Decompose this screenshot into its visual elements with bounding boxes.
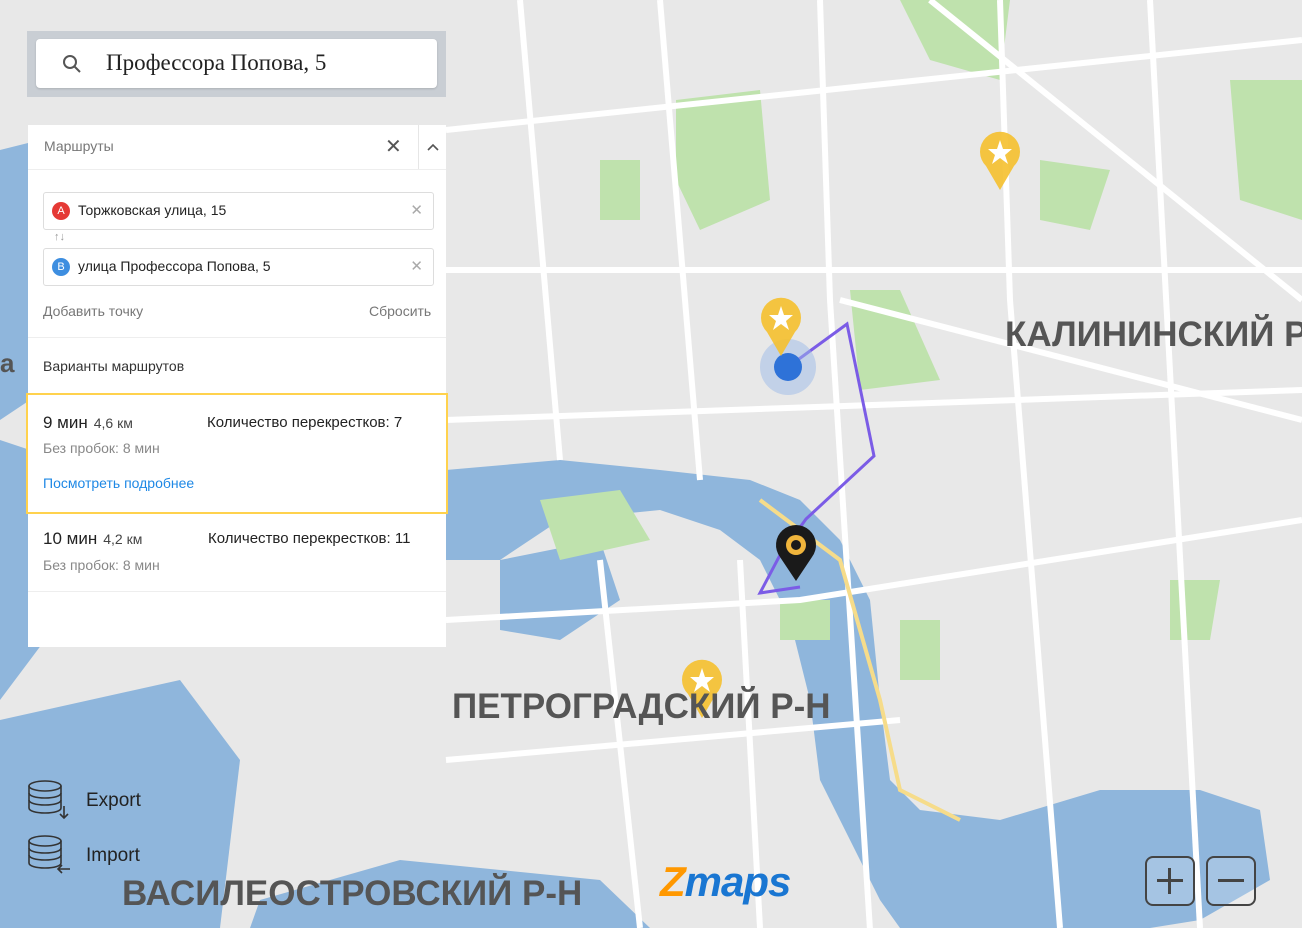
- route-distance: 4,2 км: [103, 531, 143, 547]
- database-export-icon: [28, 780, 69, 820]
- reset-link[interactable]: Сбросить: [369, 303, 431, 319]
- route-no-traffic: Без пробок: 8 мин: [43, 557, 160, 573]
- route-details-link[interactable]: Посмотреть подробнее: [43, 475, 194, 491]
- point-b-field[interactable]: B улица Профессора Попова, 5 ✕: [43, 248, 434, 286]
- point-b-address: улица Профессора Попова, 5: [78, 258, 271, 274]
- route-crossings: Количество перекрестков: 7: [207, 414, 403, 431]
- route-variant-2[interactable]: 10 мин 4,2 км Количество перекрестков: 11…: [28, 513, 446, 592]
- district-label-kalininsky: КАЛИНИНСКИЙ Р-: [1005, 314, 1302, 354]
- route-time-value: 10 мин: [43, 529, 98, 548]
- database-import-icon: [28, 835, 70, 874]
- zmaps-logo: Zmaps: [660, 858, 792, 906]
- route-distance: 4,6 км: [93, 415, 133, 431]
- chevron-up-icon[interactable]: [418, 125, 447, 169]
- point-a-marker: A: [52, 202, 70, 220]
- import-label: Import: [86, 845, 140, 866]
- divider: [28, 337, 446, 338]
- point-b-marker: B: [52, 258, 70, 276]
- route-variant-1[interactable]: 9 мин 4,6 км Количество перекрестков: 7 Б…: [26, 393, 448, 514]
- export-button[interactable]: Export: [26, 778, 186, 822]
- clear-point-b-icon[interactable]: ✕: [410, 257, 423, 275]
- point-a-field[interactable]: A Торжковская улица, 15 ✕: [43, 192, 434, 230]
- add-point-link[interactable]: Добавить точку: [43, 303, 143, 319]
- search-query: Профессора Попова, 5: [106, 50, 327, 75]
- logo-z: Z: [660, 858, 686, 905]
- export-label: Export: [86, 790, 141, 811]
- clear-point-a-icon[interactable]: ✕: [410, 201, 423, 219]
- zoom-in-icon[interactable]: [1145, 856, 1195, 906]
- close-icon[interactable]: ✕: [385, 137, 402, 157]
- routes-panel-header: Маршруты ✕: [28, 125, 446, 170]
- search-input[interactable]: Профессора Попова, 5: [36, 39, 437, 88]
- search-bar: Профессора Попова, 5: [27, 31, 446, 97]
- route-time: 10 мин 4,2 км: [43, 529, 142, 549]
- search-icon: [63, 55, 81, 73]
- import-button[interactable]: Import: [26, 833, 186, 877]
- district-label-vasileostrovsky: ВАСИЛЕОСТРОВСКИЙ Р-Н: [122, 873, 582, 913]
- edge-label: а: [0, 348, 15, 378]
- route-no-traffic: Без пробок: 8 мин: [43, 440, 160, 456]
- routes-panel: Маршруты ✕ A Торжковская улица, 15 ✕ ↑↓ …: [26, 125, 448, 647]
- routes-panel-title: Маршруты: [44, 138, 114, 154]
- current-location-marker: [760, 339, 816, 395]
- zoom-out-icon[interactable]: [1206, 856, 1256, 906]
- point-a-address: Торжковская улица, 15: [78, 202, 227, 218]
- route-time: 9 мин 4,6 км: [43, 413, 133, 433]
- logo-text: maps: [684, 858, 792, 905]
- swap-points-icon[interactable]: ↑↓: [54, 231, 65, 243]
- route-crossings: Количество перекрестков: 11: [208, 530, 411, 547]
- route-time-value: 9 мин: [43, 413, 88, 432]
- route-variants-label: Варианты маршрутов: [43, 358, 185, 374]
- district-label-petrogradsky: ПЕТРОГРАДСКИЙ Р-Н: [452, 686, 831, 726]
